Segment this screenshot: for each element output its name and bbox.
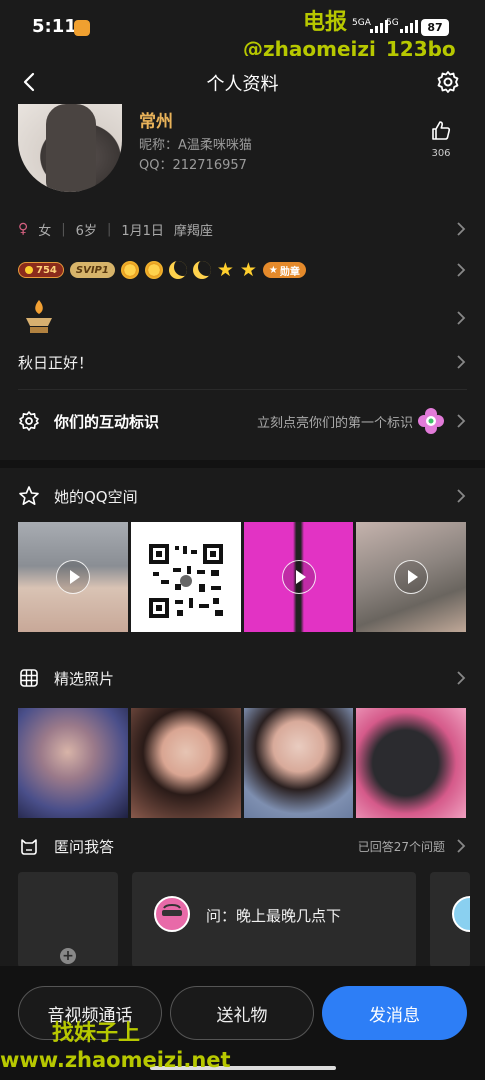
grid-icon: [20, 669, 38, 687]
network-label-2: 5G: [386, 18, 399, 28]
interaction-mark-label: 你们的互动标识: [54, 412, 160, 431]
section-divider: [18, 389, 467, 390]
app-notification-icon: [74, 20, 90, 36]
interaction-mark-row[interactable]: 你们的互动标识 立刻点亮你们的第一个标识: [18, 404, 467, 438]
sun-icon: [144, 261, 163, 279]
photo-thumb[interactable]: [18, 708, 128, 818]
signal-icon-2: [400, 20, 418, 33]
qzone-title: 她的QQ空间: [54, 487, 138, 506]
qa-question-text: 问：晚上最晚几点下: [206, 907, 342, 925]
nav-bar: 个人资料: [0, 56, 485, 108]
plus-icon: +: [60, 948, 76, 964]
photos-title: 精选照片: [54, 669, 115, 688]
level-badge: 754: [18, 262, 64, 278]
gender-text: 女: [38, 223, 52, 239]
play-icon: [394, 560, 429, 594]
qzone-header[interactable]: 她的QQ空间: [18, 484, 467, 508]
page-title: 个人资料: [206, 74, 279, 95]
qa-header[interactable]: 匿问我答 已回答27个问题: [18, 834, 467, 858]
profile-nickname: 昵称：A温柔咪咪猫: [139, 138, 252, 153]
level-value: 754: [36, 264, 57, 276]
anonymous-avatar-icon: [452, 896, 470, 932]
basic-info-row[interactable]: ♀ 女 | 6岁 | 1月1日 摩羯座: [18, 216, 467, 242]
avatar[interactable]: [18, 104, 122, 192]
qa-question-card-partial[interactable]: [430, 872, 470, 968]
sun-icon: [120, 261, 139, 279]
moon-icon: [192, 261, 211, 279]
divider-bar: |: [61, 221, 66, 237]
battery-indicator: 87: [421, 19, 449, 36]
star-icon: ★: [239, 259, 257, 281]
flower-icon: [418, 408, 444, 434]
anonymous-avatar-icon: [154, 896, 190, 932]
qzone-star-icon: [19, 486, 39, 505]
photo-thumb[interactable]: [130, 708, 241, 818]
profile-city: 常州: [139, 112, 173, 132]
network-label-1: 5GA: [352, 18, 371, 28]
qzone-thumbnails: [18, 522, 466, 632]
medal-star-icon: ★: [268, 264, 278, 276]
watermark-top-1: 电报: [303, 10, 348, 35]
birthday-text: 1月1日: [121, 223, 164, 239]
like-count: 306: [431, 148, 451, 159]
send-message-button[interactable]: 发消息: [322, 986, 467, 1040]
chevron-right-icon: [457, 671, 466, 685]
play-icon: [56, 560, 90, 594]
profile-qq-number: QQ：212716957: [139, 158, 247, 173]
qa-cards: + 问：晚上最晚几点下: [18, 872, 470, 968]
chevron-right-icon: [457, 355, 466, 369]
chevron-right-icon: [457, 839, 466, 853]
chevron-right-icon: [457, 263, 466, 277]
medal-badge: ★ 勋章: [262, 262, 306, 278]
qzone-video-thumb[interactable]: [243, 522, 354, 632]
like-button[interactable]: 306: [426, 120, 456, 159]
send-gift-button[interactable]: 送礼物: [170, 986, 314, 1040]
sunglasses-icon: [162, 904, 182, 916]
star-icon: ★: [216, 259, 234, 281]
qa-question-card[interactable]: 问：晚上最晚几点下: [132, 872, 416, 968]
medal-label: 勋章: [279, 266, 300, 278]
chevron-right-icon: [457, 222, 466, 236]
qr-code-icon: [146, 542, 225, 620]
thumbs-up-icon: [432, 121, 451, 140]
level-emblem-row[interactable]: [18, 298, 467, 338]
age-text: 6岁: [75, 223, 97, 239]
settings-gear-icon[interactable]: [434, 68, 462, 96]
photo-thumbnails: [18, 708, 466, 818]
qzone-video-thumb[interactable]: [356, 522, 466, 632]
female-icon: ♀: [18, 221, 29, 237]
badges-row[interactable]: 754 SVIP1 ★ ★ ★ 勋章: [18, 258, 467, 282]
chevron-right-icon: [457, 489, 466, 503]
qa-ask-card[interactable]: +: [18, 872, 118, 968]
watermark-bottom-1: 找妹子上: [52, 1021, 141, 1046]
qzone-image-thumb[interactable]: [130, 522, 241, 632]
moon-icon: [168, 261, 187, 279]
cat-face-icon: [21, 839, 37, 855]
interaction-mark-hint: 立刻点亮你们的第一个标识: [256, 415, 413, 431]
content-sections: 她的QQ空间 精选照片 匿问我答 已回答27个问题 + 问：晚上最晚几点下: [0, 468, 485, 968]
chevron-right-icon: [457, 414, 466, 428]
play-icon: [281, 560, 316, 594]
profile-section: 常州 昵称：A温柔咪咪猫 QQ：212716957 306 ♀ 女 | 6岁 |…: [0, 104, 485, 460]
divider-bar: |: [106, 221, 112, 237]
photo-thumb[interactable]: [243, 708, 354, 818]
chevron-right-icon: [457, 311, 466, 325]
zodiac-text: 摩羯座: [173, 223, 213, 239]
status-time: 5:11: [32, 16, 77, 37]
qa-answered-count: 已回答27个问题: [357, 839, 445, 854]
signature-text: 秋日正好！: [18, 354, 94, 372]
watermark-bottom-2: www.zhaomeizi.net: [0, 1048, 231, 1072]
qzone-video-thumb[interactable]: [18, 522, 128, 632]
crown-icon: [25, 266, 33, 274]
interaction-badge-icon: [19, 411, 39, 431]
signature-row[interactable]: 秋日正好！: [18, 352, 467, 376]
bottom-action-bar: 音视频通话 送礼物 发消息 找妹子上 www.zhaomeizi.net: [0, 966, 485, 1080]
lv1-emblem-icon: [26, 300, 52, 333]
svip-badge: SVIP1: [69, 262, 115, 278]
photos-header[interactable]: 精选照片: [18, 666, 467, 690]
qa-title: 匿问我答: [54, 837, 115, 856]
photo-thumb[interactable]: [356, 708, 466, 818]
